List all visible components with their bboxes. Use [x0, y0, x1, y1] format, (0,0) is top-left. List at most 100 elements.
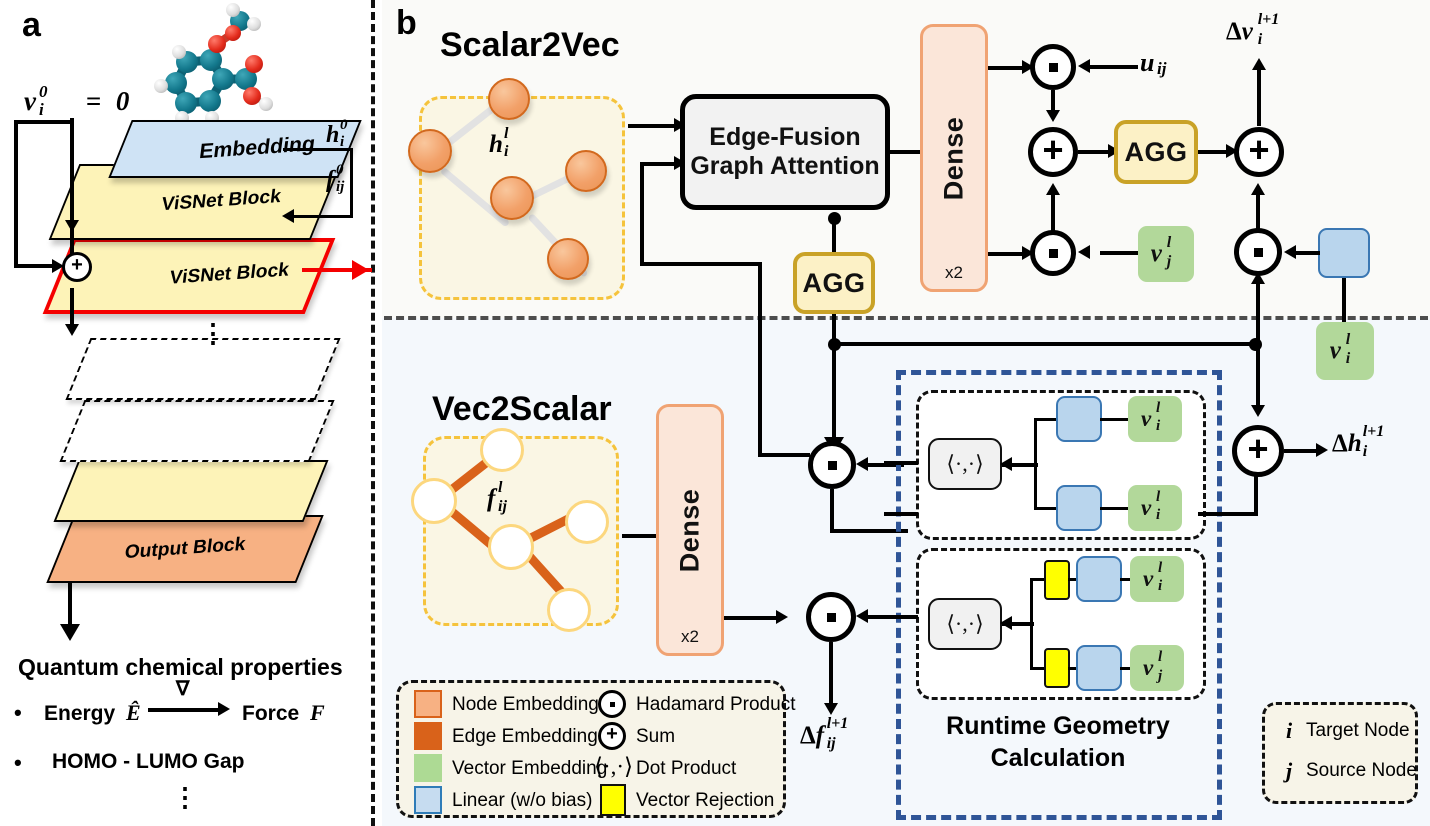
- delta-v-out-line: [1257, 66, 1261, 126]
- green-box-geom-node-2: v⃗ l i: [1128, 485, 1182, 531]
- legend-swatch-node-embedding: [414, 690, 442, 718]
- dotprod-node-fork-top: [1034, 418, 1058, 421]
- output-block-slab: Output Block: [46, 515, 324, 583]
- efga-to-agg-line: [832, 216, 836, 252]
- legend-swatch-linear: [414, 786, 442, 814]
- vi-up-arrowhead: [1251, 272, 1265, 284]
- legend-label-sum: Sum: [636, 726, 676, 747]
- hadamard-vi-linear: [1234, 228, 1282, 276]
- highlight-output-arrowhead: [352, 260, 369, 280]
- legend-icon-sum: +: [598, 722, 626, 750]
- had2-to-sum-line: [1051, 190, 1055, 232]
- v-i-label-geom-2: v⃗ l i: [1140, 489, 1170, 523]
- yellow-box-rejection-1: [1044, 560, 1070, 600]
- dot-product-symbol-edge: ⟨·,·⟩: [946, 611, 984, 636]
- residual-sum-node: +: [62, 252, 92, 282]
- dotprod-node-fork-vertical: [1034, 418, 1037, 510]
- f-edge-label: f l ij: [487, 479, 507, 515]
- hadamard-edge-geometry: [806, 592, 856, 642]
- panel-a-label: a: [22, 6, 41, 44]
- blue-to-had-arrowhead: [1284, 245, 1296, 259]
- blue-to-had-line: [1292, 251, 1320, 255]
- gradient-arrow-line: [148, 708, 224, 712]
- edge-graph-to-dense-line: [622, 534, 658, 538]
- vertical-dots-blocks: ⋮: [200, 318, 228, 348]
- panel-divider-horizontal: [384, 316, 1428, 320]
- hadamard-node-geometry: [808, 441, 856, 489]
- panel-divider-vertical: [371, 0, 375, 826]
- efga-feedback-down: [758, 262, 762, 457]
- graph-node: [488, 78, 530, 120]
- node-legend-source-label: Source Node: [1306, 760, 1417, 781]
- energy-label: Energy Ê: [44, 700, 141, 725]
- efga-feedback-to-dense: [758, 453, 810, 457]
- uij-to-had-line: [1086, 65, 1138, 69]
- yellow-box-rejection-2: [1044, 648, 1070, 688]
- vertical-dots-properties: ⋮: [172, 782, 198, 812]
- v-j-label: v⃗ l j: [1150, 234, 1182, 270]
- efga-line-2: Graph Attention: [690, 152, 880, 180]
- legend-label-linear: Linear (w/o bias): [452, 790, 593, 811]
- blue-to-green-node-2: [1100, 507, 1130, 510]
- geom-frame1-left-exit-1: [884, 461, 918, 465]
- legend-swatch-vector-rejection: [600, 784, 626, 816]
- agg-to-scalar-sum-arrowhead: [1251, 405, 1265, 417]
- blue-to-green-node-1: [1100, 418, 1130, 421]
- legend-label-edge-embedding: Edge Embedding: [452, 726, 598, 747]
- geom-frame1-left-exit-2: [884, 512, 918, 516]
- dense-label-top: Dense: [938, 116, 969, 200]
- legend-swatch-vector-embedding: [414, 754, 442, 782]
- h0-hook-line-v: [350, 148, 353, 218]
- dotprod-node-fork-bottom: [1034, 507, 1058, 510]
- v-i-label-geom-1: v⃗ l i: [1140, 400, 1170, 434]
- homo-lumo-label: HOMO - LUMO Gap: [52, 750, 245, 773]
- geom1-to-had-arrowhead: [856, 457, 868, 471]
- blue-box-linear-vi: [1318, 228, 1370, 278]
- node-legend-target-symbol: i: [1286, 718, 1293, 743]
- agg-box-right: AGG: [1114, 120, 1198, 184]
- residual-loop-vertical: [14, 120, 18, 268]
- blue-box-geom-node-1: [1056, 396, 1102, 442]
- dotprod-node-in-arrowhead: [1000, 457, 1012, 471]
- delta-f-output-label: Δf l+1 ij: [800, 715, 849, 752]
- efga-to-dense-line: [890, 150, 920, 154]
- bullet-1: •: [14, 700, 22, 725]
- graph-node-white: [565, 500, 609, 544]
- delta-f-out-arrowhead: [824, 703, 838, 715]
- green-box-geom-node-1: v⃗ l i: [1128, 396, 1182, 442]
- legend-label-hadamard: Hadamard Product: [636, 694, 796, 715]
- v-path-arrowhead-1: [65, 220, 79, 232]
- v-path-vertical: [70, 118, 74, 273]
- output-arrowhead: [60, 624, 80, 641]
- dense-box-bottom: Dense x2: [656, 404, 724, 656]
- green-box-geom-edge-2: v⃗ l j: [1130, 645, 1184, 691]
- efga-feedback-vertical: [640, 162, 644, 266]
- had-to-final-sum-arrowhead: [1251, 183, 1265, 195]
- delta-f-out-line: [829, 642, 833, 708]
- delta-h-out-arrowhead: [1316, 443, 1328, 457]
- dense-bottom-to-had-line: [724, 616, 782, 620]
- vi-up-into-had-line: [1256, 278, 1260, 344]
- agg-down-line: [832, 314, 836, 444]
- v-i-label-geom-3: v⃗ l i: [1142, 560, 1172, 594]
- delta-h-output-label: Δh l+1 i: [1332, 423, 1385, 460]
- geom-frame2-left-exit: [884, 615, 918, 619]
- green-vi-to-blue-line: [1342, 278, 1346, 322]
- had1-to-sum-arrowhead: [1046, 110, 1060, 122]
- blue-box-geom-edge-2: [1076, 645, 1122, 691]
- u-ij-label: u⃗ ij: [1140, 48, 1175, 78]
- v-j-label-geom: v⃗ l j: [1142, 649, 1172, 684]
- legend-label-vector-embedding: Vector Embedding: [452, 758, 608, 779]
- legend-label-node-embedding: Node Embedding: [452, 694, 599, 715]
- geom-frame1-right-exit: [1198, 512, 1258, 516]
- f0-arrowhead: [282, 209, 294, 223]
- v-i-label-right: v⃗ l i: [1329, 331, 1361, 367]
- agg-label-middle: AGG: [802, 267, 866, 298]
- green-box-vi-right: v⃗ l i: [1316, 322, 1374, 380]
- graph-to-efga-line: [628, 124, 680, 128]
- gradient-symbol: ∇: [176, 678, 190, 700]
- blue-box-geom-edge-1: [1076, 556, 1122, 602]
- dense-label-bottom: Dense: [674, 488, 705, 572]
- green-box-vj: v⃗ l j: [1138, 226, 1194, 282]
- scalar2vec-title: Scalar2Vec: [440, 26, 620, 64]
